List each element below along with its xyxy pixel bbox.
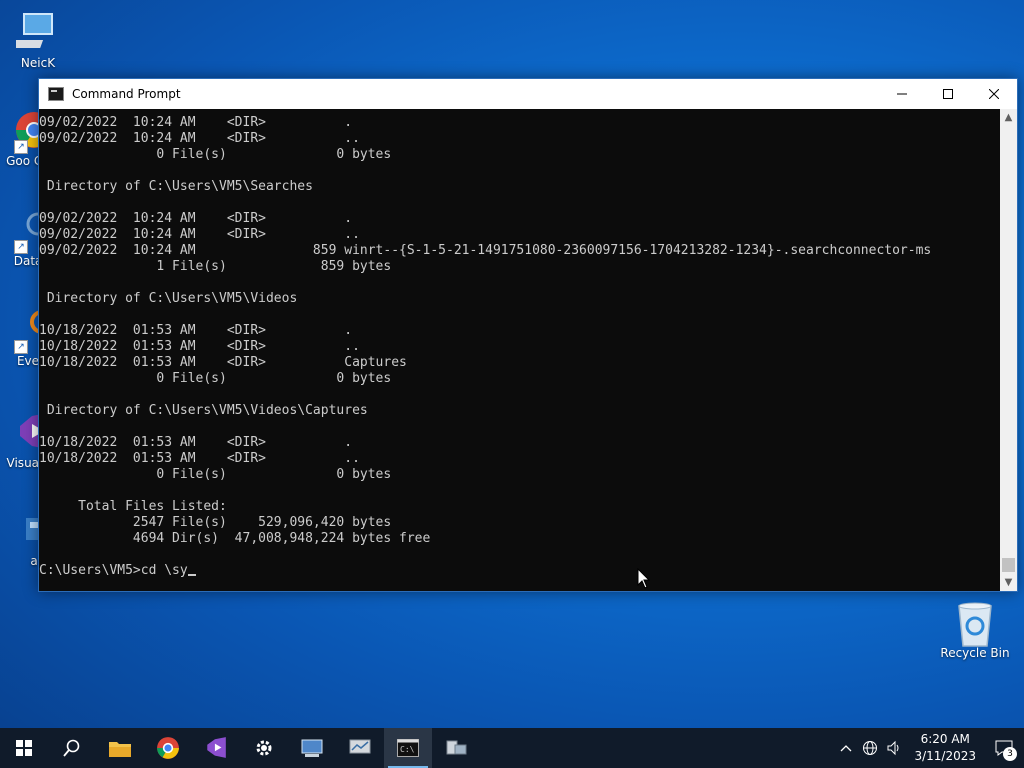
console-line: Directory of C:\Users\VM5\Searches	[39, 179, 313, 194]
globe-icon	[863, 741, 878, 755]
minimize-button[interactable]	[879, 79, 925, 109]
taskbar: C:\ 6:20 AM 3/11/2023 3	[0, 728, 1024, 768]
clock-time: 6:20 AM	[920, 732, 970, 746]
svg-text:C:\: C:\	[400, 745, 415, 754]
recycle-bin-icon	[953, 600, 997, 647]
prompt-text: C:\Users\VM5>cd \sy	[39, 563, 188, 578]
network-button[interactable]	[858, 728, 882, 768]
console-line: 0 File(s) 0 bytes	[39, 467, 392, 482]
console-line: 09/02/2022 10:24 AM <DIR> ..	[39, 131, 360, 146]
start-button[interactable]	[0, 728, 48, 768]
console-line: 0 File(s) 0 bytes	[39, 147, 392, 162]
console-line: 09/02/2022 10:24 AM 859 winrt--{S-1-5-21…	[39, 243, 932, 258]
taskbar-visual-studio[interactable]	[192, 728, 240, 768]
console-output[interactable]: 09/02/2022 10:24 AM <DIR> . 09/02/2022 10…	[39, 109, 1000, 591]
chevron-up-icon	[841, 745, 852, 752]
close-button[interactable]	[971, 79, 1017, 109]
taskbar-app-2[interactable]	[336, 728, 384, 768]
maximize-icon	[943, 89, 953, 99]
gear-icon	[256, 740, 272, 756]
desktop-icon-label: NeicK	[20, 56, 56, 70]
console-line: 09/02/2022 10:24 AM <DIR> ..	[39, 227, 360, 242]
console-line: 10/18/2022 01:53 AM <DIR> .	[39, 323, 353, 338]
folder-icon	[109, 742, 131, 757]
taskbar-file-explorer[interactable]	[96, 728, 144, 768]
console-line: 2547 File(s) 529,096,420 bytes	[39, 515, 392, 530]
close-icon	[989, 89, 999, 99]
taskbar-settings[interactable]	[240, 728, 288, 768]
cmd-icon: C:\	[397, 739, 419, 757]
taskbar-chrome[interactable]	[144, 728, 192, 768]
system-tray: 6:20 AM 3/11/2023 3	[834, 728, 1024, 768]
scroll-down-button[interactable]: ▼	[1000, 574, 1017, 591]
console-line: 10/18/2022 01:53 AM <DIR> ..	[39, 451, 360, 466]
search-icon	[63, 739, 80, 757]
command-prompt-window[interactable]: Command Prompt 09/02/2022 10:24 AM <DIR>…	[38, 78, 1018, 592]
window-titlebar[interactable]: Command Prompt	[39, 79, 1017, 109]
show-hidden-icons-button[interactable]	[834, 728, 858, 768]
chrome-icon	[157, 737, 179, 759]
shortcut-arrow-icon: ↗	[14, 340, 28, 354]
window-title: Command Prompt	[72, 87, 181, 101]
search-button[interactable]	[48, 728, 96, 768]
console-line: 0 File(s) 0 bytes	[39, 371, 392, 386]
taskbar-app-3[interactable]	[432, 728, 480, 768]
taskbar-app-1[interactable]	[288, 728, 336, 768]
maximize-button[interactable]	[925, 79, 971, 109]
clock-date: 3/11/2023	[914, 749, 976, 763]
computer-icon	[8, 10, 60, 54]
speaker-icon	[887, 740, 899, 756]
taskbar-clock[interactable]: 6:20 AM 3/11/2023	[906, 731, 984, 765]
network-console-icon	[301, 739, 323, 757]
volume-button[interactable]	[882, 728, 906, 768]
console-line: Directory of C:\Users\VM5\Videos\Capture…	[39, 403, 368, 418]
mouse-pointer-icon	[637, 568, 651, 589]
scrollbar-thumb[interactable]	[1002, 558, 1015, 572]
command-prompt-input[interactable]: C:\Users\VM5>cd \sy	[39, 563, 1000, 579]
windows-logo-icon	[16, 740, 32, 756]
monitor-tool-icon	[349, 739, 371, 754]
action-center-button[interactable]: 3	[984, 728, 1024, 768]
console-line: Total Files Listed:	[39, 499, 227, 514]
taskbar-command-prompt[interactable]: C:\	[384, 728, 432, 768]
console-line: Directory of C:\Users\VM5\Videos	[39, 291, 298, 306]
scroll-up-button[interactable]: ▲	[1000, 109, 1017, 126]
computer-management-icon	[446, 740, 467, 755]
desktop-icon-recycle-bin[interactable]: Recycle Bin	[936, 600, 1014, 660]
console-text: 09/02/2022 10:24 AM <DIR> . 09/02/2022 10…	[39, 109, 1000, 579]
notification-count-badge: 3	[1003, 747, 1017, 761]
minimize-icon	[897, 93, 907, 95]
console-line: 4694 Dir(s) 47,008,948,224 bytes free	[39, 531, 431, 546]
console-line: 09/02/2022 10:24 AM <DIR> .	[39, 211, 353, 226]
shortcut-arrow-icon: ↗	[14, 240, 28, 254]
console-line: 10/18/2022 01:53 AM <DIR> Captures	[39, 355, 407, 370]
vertical-scrollbar[interactable]: ▲ ▼	[1000, 109, 1017, 591]
recycle-bin-label: Recycle Bin	[940, 646, 1010, 660]
shortcut-arrow-icon: ↗	[14, 140, 28, 154]
visual-studio-icon	[207, 737, 226, 758]
desktop-icon-neick[interactable]: NeicK	[0, 10, 76, 70]
console-line: 10/18/2022 01:53 AM <DIR> ..	[39, 339, 360, 354]
cmd-icon	[48, 87, 64, 101]
console-line: 10/18/2022 01:53 AM <DIR> .	[39, 435, 353, 450]
console-line: 09/02/2022 10:24 AM <DIR> .	[39, 115, 353, 130]
text-cursor	[187, 574, 196, 576]
console-line: 1 File(s) 859 bytes	[39, 259, 392, 274]
